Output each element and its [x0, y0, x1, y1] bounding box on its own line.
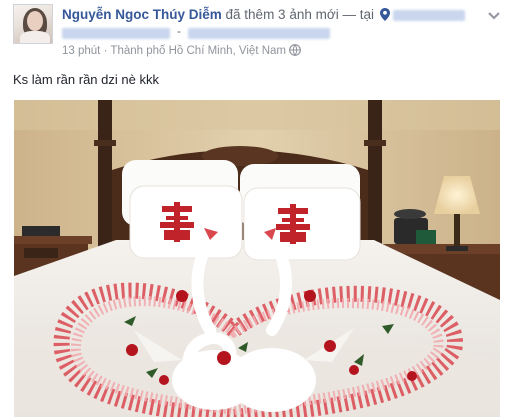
post-body-text: Ks làm rần rần dzi nè kkk: [13, 72, 159, 87]
author-avatar[interactable]: [13, 4, 53, 44]
post-action-text: đã thêm 3 ảnh mới — tại: [225, 7, 374, 22]
address-dash: -: [177, 24, 181, 38]
post-timestamp[interactable]: 13 phút: [62, 45, 100, 57]
location-address-blurred: [62, 25, 331, 43]
location-pin-icon: [379, 8, 390, 25]
meta-separator: ·: [103, 45, 108, 57]
post-header: Nguyễn Ngoc Thúy Diễm đã thêm 3 ảnh mới …: [0, 0, 511, 62]
hotel-bed-photo: [14, 100, 500, 417]
post-photo[interactable]: [14, 100, 500, 417]
post-location-text[interactable]: Thành phố Hồ Chí Minh, Việt Nam: [110, 45, 286, 57]
location-name-link-blurred[interactable]: [393, 9, 466, 21]
chevron-down-icon[interactable]: [488, 7, 500, 25]
public-globe-icon[interactable]: [289, 44, 302, 59]
post-headline: Nguyễn Ngoc Thúy Diễm đã thêm 3 ảnh mới …: [62, 6, 482, 25]
author-name-link[interactable]: Nguyễn Ngoc Thúy Diễm: [62, 7, 222, 22]
post-meta: 13 phút · Thành phố Hồ Chí Minh, Việt Na…: [62, 44, 302, 59]
